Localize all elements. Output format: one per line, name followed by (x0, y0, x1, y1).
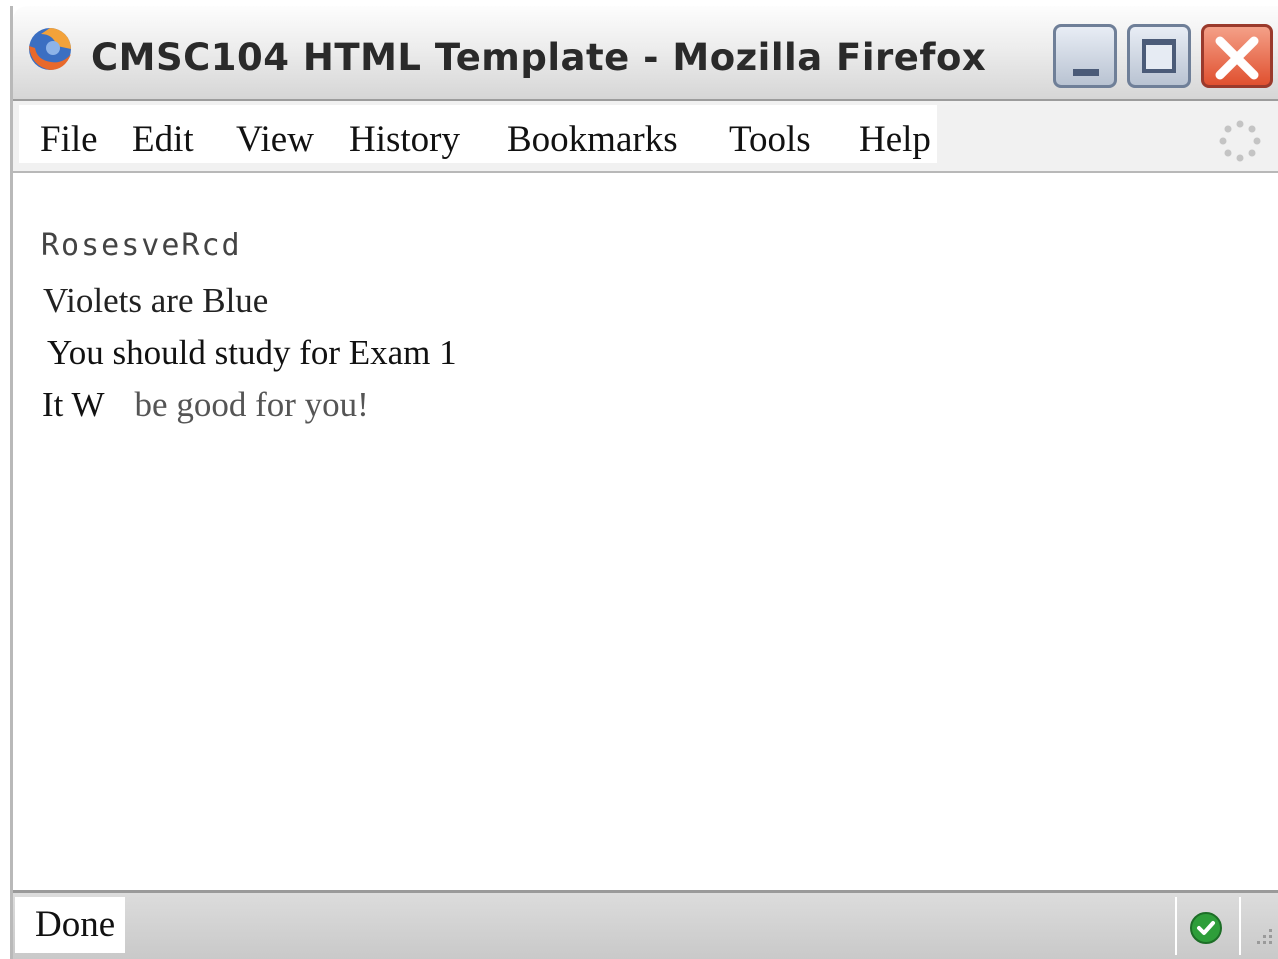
status-divider (1175, 897, 1177, 955)
secure-check-icon[interactable] (1189, 911, 1223, 945)
browser-window: CMSC104 HTML Template - Mozilla Firefox … (10, 6, 1278, 959)
throbber-icon (1219, 120, 1261, 162)
minimize-button[interactable] (1053, 24, 1117, 88)
menu-tools[interactable]: Tools (729, 121, 811, 158)
menu-bar-items: File Edit View History Bookmarks Tools H… (19, 105, 937, 163)
window-title: CMSC104 HTML Template - Mozilla Firefox (91, 36, 987, 79)
menu-edit[interactable]: Edit (132, 121, 194, 158)
menu-view[interactable]: View (236, 121, 314, 158)
close-icon (1215, 36, 1259, 80)
resize-grip-icon[interactable] (1251, 923, 1275, 947)
firefox-icon (29, 28, 71, 70)
content-line-4-end: be good for you (134, 385, 358, 424)
content-line-1: RosesveRcd (41, 228, 242, 263)
content-line-4: It W be good for you! (42, 387, 369, 422)
page-content: RosesveRcd Violets are Blue You should s… (13, 173, 1278, 890)
menu-history[interactable]: History (349, 121, 460, 158)
menu-bookmarks[interactable]: Bookmarks (507, 121, 678, 158)
maximize-button[interactable] (1127, 24, 1191, 88)
menu-file[interactable]: File (40, 121, 98, 158)
content-line-2: Violets are Blue (43, 281, 269, 320)
content-line-4-punct: ! (357, 385, 369, 424)
status-bar: Done (13, 890, 1278, 959)
content-line-4-start: It W (42, 385, 105, 424)
title-bar[interactable]: CMSC104 HTML Template - Mozilla Firefox (13, 6, 1278, 101)
close-button[interactable] (1201, 24, 1273, 88)
status-text: Done (15, 897, 125, 953)
status-divider-2 (1239, 897, 1241, 955)
menu-help[interactable]: Help (859, 121, 931, 158)
content-line-3: You should study for Exam 1 (47, 333, 457, 372)
menu-bar: File Edit View History Bookmarks Tools H… (13, 101, 1278, 173)
